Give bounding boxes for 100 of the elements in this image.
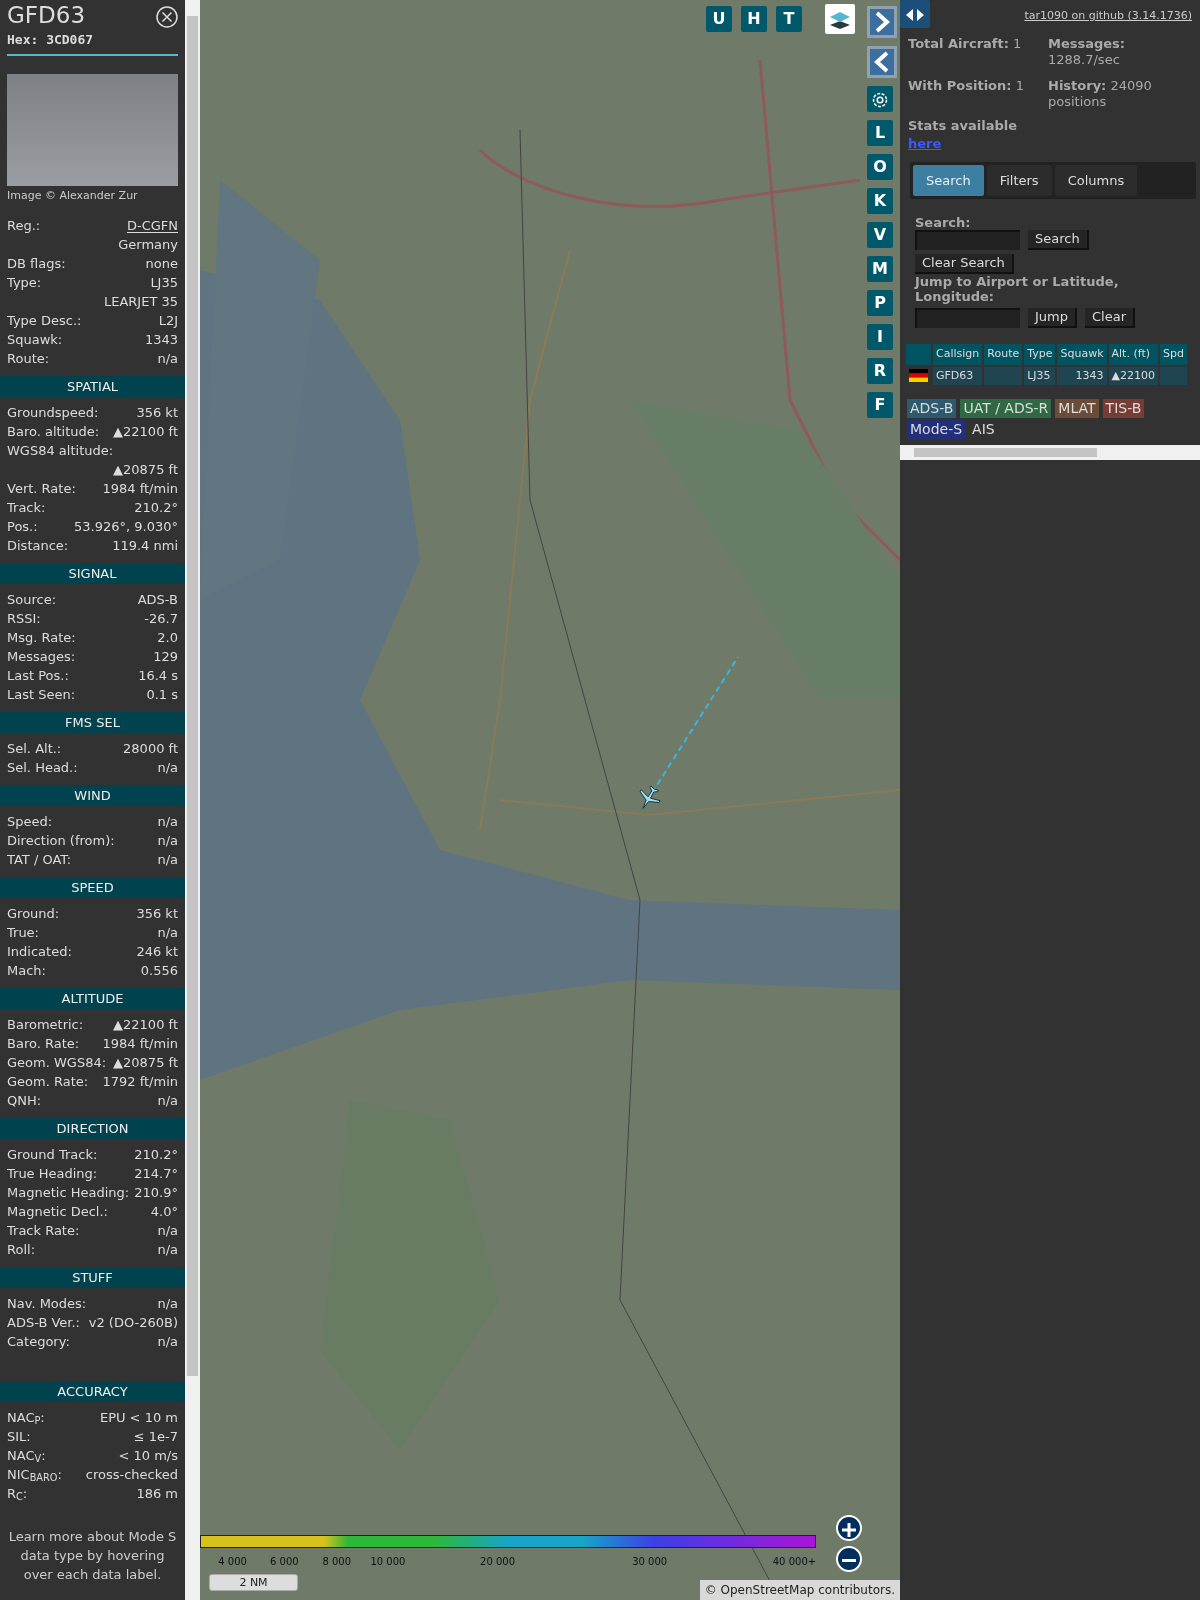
scrollbar[interactable] [185,0,200,1600]
search-field[interactable] [915,230,1020,250]
map-toggle-button[interactable]: I [867,324,893,350]
column-header[interactable]: Squawk [1057,344,1107,365]
field-value: 16.4 s [138,667,178,685]
field-value: -26.7 [144,610,178,628]
tab[interactable]: Columns [1054,164,1138,196]
help-note: Learn more about Mode S data type by hovering over each data label. [7,1528,178,1584]
field-value: n/a [157,924,178,942]
registration-link[interactable]: D-CGFN [126,216,178,235]
column-header[interactable]: Callsign [933,344,983,365]
tab[interactable]: Search [913,164,984,196]
map-toggle-button[interactable]: H [741,6,767,32]
field-label: Search: [915,215,972,230]
field-value: 1343 [144,331,178,349]
column-header[interactable]: Route [984,344,1023,365]
field-label: Groundspeed: [7,404,99,422]
clear-search-button[interactable]: Clear Search [915,254,1014,274]
field-label: Type Desc.: [7,312,82,330]
scale-bar: 2 NM [209,1574,298,1591]
horizontal-scrollbar[interactable] [900,445,1200,460]
map-toggle-button[interactable]: K [867,188,893,214]
field-value: < 10 m/s [118,1447,178,1465]
clear-button[interactable]: Clear [1085,308,1135,328]
left-right-arrows-icon [904,6,926,23]
location-field[interactable] [915,308,1020,328]
map-toggle-button[interactable]: P [867,290,893,316]
section-header: ACCURACY [0,1381,185,1402]
close-icon[interactable] [156,6,178,28]
field-value: ADS-B [137,591,178,609]
field-label: Msg. Rate: [7,629,76,647]
field-label: Geom. Rate: [7,1073,89,1091]
field-label: Jump to Airport or Latitude, Longitude: [915,274,1120,304]
table-cell: LJ35 [1024,366,1056,385]
map-toggle-button[interactable]: M [867,256,893,282]
hex-code: Hex: 3CD067 [7,31,94,49]
field-label: ADS-B Ver.: [7,1314,80,1332]
map-toggle-button[interactable]: O [867,154,893,180]
field-label: True: [7,924,39,942]
field-label: Route: [7,350,50,368]
field-value: 28000 ft [123,740,178,758]
field-label: Last Pos.: [7,667,69,685]
field-value: 210.2° [134,1146,178,1164]
collapse-button[interactable] [867,46,897,78]
field-value: v2 (DO-260B) [88,1314,178,1332]
field-label: Type: [7,274,42,292]
field-value: 129 [153,648,178,666]
panel-toggle-button[interactable] [900,0,930,28]
column-header[interactable]: Spd [1160,344,1187,365]
field-value: n/a [157,350,178,368]
github-link[interactable]: tar1090 on github (3.14.1736) [1024,8,1192,25]
field-label: RSSI: [7,610,41,628]
source-tag: TIS-B [1102,399,1145,418]
field-label: Speed: [7,813,53,831]
field-value: n/a [157,1222,178,1240]
map-attribution: © OpenStreetMap contributors. [699,1580,900,1600]
field-label: Distance: [7,537,69,555]
map-toggle-button[interactable]: R [867,358,893,384]
search-button[interactable]: Search [1028,230,1089,250]
jump-button[interactable]: Jump [1028,308,1077,328]
field-value: 356 kt [136,404,178,422]
map-toggle-button[interactable]: V [867,222,893,248]
stat-line: Messages: 1288.7/sec [1048,36,1127,68]
field-label: NIC$_{BARO}$: [7,1466,62,1484]
field-label: Reg.: [7,217,41,235]
field-label: Baro. altitude: [7,423,100,441]
field-value: 0.556 [140,962,178,980]
map-toggle-button[interactable]: F [867,392,893,418]
source-tag: AIS [969,420,998,439]
tab[interactable]: Filters [986,164,1052,196]
stats-label: Stats available [908,118,1019,134]
layers-button[interactable] [825,4,855,34]
photo-credit: Image © Alexander Zur [7,187,139,204]
table-cell: 1343 [1057,366,1107,385]
zoom-out-button[interactable] [836,1546,862,1572]
map-toggle-button[interactable]: U [706,6,732,32]
map-toggle-button[interactable]: L [867,120,893,146]
field-label: Magnetic Decl.: [7,1203,108,1221]
field-label: Ground Track: [7,1146,98,1164]
column-header[interactable]: Type [1024,344,1056,365]
expand-button[interactable] [867,6,897,38]
section-header: FMS SEL [0,712,185,733]
airplane-icon[interactable] [636,785,662,811]
legend-label: 10 000 [370,1555,406,1569]
zoom-in-button[interactable] [836,1515,862,1541]
field-label: Messages: [7,648,76,666]
field-label: WGS84 altitude: [7,442,114,460]
field-label: R$_{C}$: [7,1485,28,1503]
field-value: LJ35 [150,274,178,292]
field-label: Squawk: [7,331,63,349]
settings-button[interactable] [867,86,893,112]
field-label: DB flags: [7,255,66,273]
map-toggle-button[interactable]: T [776,6,802,32]
field-label: True Heading: [7,1165,98,1183]
field-value: ▲20875 ft [113,461,178,479]
field-label: Indicated: [7,943,72,961]
field-value: ▲22100 ft [113,423,178,441]
column-header[interactable]: Alt. (ft) [1108,344,1158,365]
field-value: 186 m [136,1485,178,1503]
field-value: 246 kt [136,943,178,961]
